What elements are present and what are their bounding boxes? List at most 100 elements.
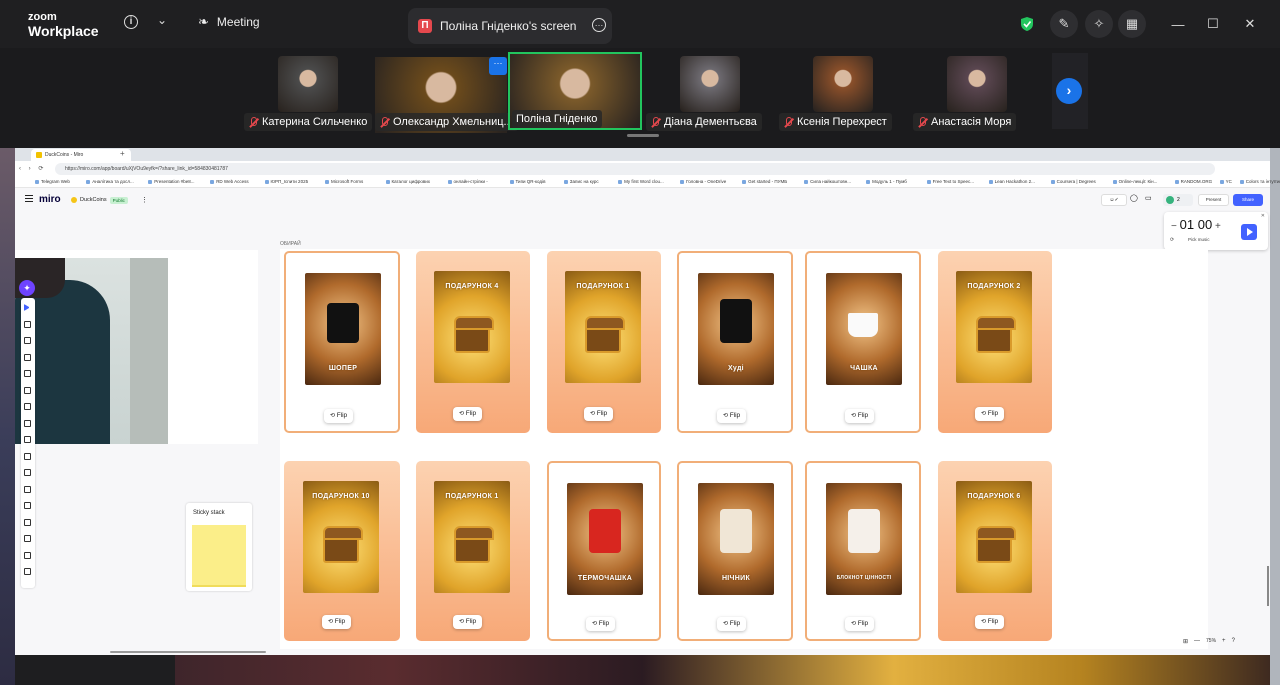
- collaborators[interactable]: 2: [1163, 194, 1193, 206]
- next-participants-button[interactable]: ›: [1056, 78, 1082, 104]
- gift-card[interactable]: ПОДАРУНОК 2 Flip: [938, 251, 1052, 433]
- gift-card[interactable]: НІЧНИК Flip: [677, 461, 793, 641]
- emoji-icon[interactable]: [24, 485, 31, 493]
- flip-button[interactable]: Flip: [322, 615, 352, 629]
- zoom-in-icon[interactable]: +: [1222, 638, 1226, 644]
- bookmark-item[interactable]: Get started - ПУМБ: [742, 179, 787, 184]
- more-icon[interactable]: …: [592, 18, 606, 32]
- bookmark-item[interactable]: My first Word clou...: [618, 179, 664, 184]
- close-icon[interactable]: ✕: [1261, 213, 1265, 219]
- start-timer-button[interactable]: [1241, 224, 1257, 240]
- gift-card[interactable]: ПОДАРУНОК 6 Flip: [938, 461, 1052, 641]
- flip-button[interactable]: Flip: [845, 409, 875, 423]
- present-button[interactable]: Present: [1198, 194, 1229, 206]
- text-icon[interactable]: [24, 353, 31, 361]
- bookmark-item[interactable]: Microsoft Forms: [325, 179, 363, 184]
- bookmark-item[interactable]: Lean Hackathon 2...: [989, 179, 1035, 184]
- bookmark-item[interactable]: Colors та інтуїтив...: [1240, 179, 1280, 184]
- flip-button[interactable]: Flip: [453, 615, 483, 629]
- frame-icon[interactable]: [24, 337, 31, 344]
- bookmark-item[interactable]: Online-лекції: Кін...: [1113, 179, 1158, 184]
- frame2-icon[interactable]: [24, 452, 31, 460]
- more-tools-icon[interactable]: [24, 535, 31, 542]
- sticky-stack-widget[interactable]: Sticky stack: [186, 503, 252, 591]
- note-icon[interactable]: [24, 502, 31, 509]
- flip-button[interactable]: Flip: [586, 617, 616, 631]
- maximize-icon[interactable]: ☐: [1203, 10, 1223, 38]
- vertical-scrollbar[interactable]: [1267, 566, 1269, 606]
- minimize-icon[interactable]: —: [1168, 10, 1188, 38]
- gift-card[interactable]: Худі Flip: [677, 251, 793, 433]
- frame-title[interactable]: ОБИРАЙ: [280, 241, 301, 247]
- nav-arrows-icon[interactable]: ‹ › ⟳: [19, 165, 46, 172]
- bookmark-item[interactable]: Аналітика та досл...: [86, 179, 134, 184]
- menu-icon[interactable]: [25, 195, 33, 202]
- flip-button[interactable]: Flip: [324, 409, 354, 423]
- annotate-pen-icon[interactable]: ✎: [1050, 10, 1078, 38]
- sticky-icon[interactable]: [24, 403, 31, 410]
- browser-tab[interactable]: DuckCoins - Miro: [31, 149, 131, 161]
- resize-handle[interactable]: [627, 134, 659, 137]
- bookmark-item[interactable]: Coursera | Degrees: [1051, 179, 1096, 184]
- bookmark-item[interactable]: Модуль 1 - Пумб: [866, 179, 907, 184]
- close-icon[interactable]: ✕: [1240, 10, 1260, 38]
- help-icon[interactable]: ?: [1232, 638, 1235, 644]
- grid-icon[interactable]: ⊞: [1183, 638, 1188, 645]
- participant-tile[interactable]: Анастасія Моря: [913, 53, 1035, 131]
- chevron-down-icon[interactable]: ⌄: [157, 13, 167, 27]
- url-field[interactable]: https://miro.com/app/board/uXjVOu9eyfk=/…: [55, 163, 1215, 175]
- pick-music-link[interactable]: Pick music: [1188, 237, 1210, 242]
- more-icon[interactable]: ⋮: [141, 196, 148, 204]
- shield-icon[interactable]: [1018, 10, 1036, 38]
- bookmark-item[interactable]: онлайн-стрілки -: [448, 179, 488, 184]
- share-button[interactable]: Share: [1233, 194, 1263, 206]
- bookmark-item[interactable]: Запис на курс: [564, 179, 599, 184]
- templates-icon[interactable]: [24, 320, 31, 328]
- redo-icon[interactable]: [24, 568, 31, 575]
- meeting-button[interactable]: ❧ Meeting: [198, 14, 260, 30]
- bookmark-item[interactable]: RD Web Access: [210, 179, 248, 184]
- participant-tile[interactable]: Катерина Сильченко: [244, 53, 373, 131]
- video-icon[interactable]: ▭: [1145, 194, 1155, 206]
- bookmark-item[interactable]: Free Text to Speec...: [927, 179, 974, 184]
- reactions-icon[interactable]: ☺✓: [1101, 194, 1127, 206]
- flip-button[interactable]: Flip: [584, 407, 614, 421]
- bookmark-item[interactable]: Telegram Web: [35, 179, 70, 184]
- comment-icon[interactable]: [24, 436, 31, 443]
- shapes-icon[interactable]: [24, 370, 31, 377]
- gift-card[interactable]: ЧАШКА Flip: [805, 251, 921, 433]
- bookmark-item[interactable]: RANDOM.ORG: [1175, 179, 1213, 184]
- new-tab-icon[interactable]: +: [120, 149, 125, 158]
- sticky-note[interactable]: [192, 525, 246, 585]
- bookmark-item[interactable]: Головна - OneDrive: [680, 179, 726, 184]
- bookmark-item[interactable]: YC: [1220, 179, 1232, 184]
- timer-icon[interactable]: [24, 518, 31, 526]
- flip-button[interactable]: Flip: [975, 615, 1005, 629]
- select-cursor-icon[interactable]: [24, 304, 29, 311]
- comment-icon[interactable]: ◯: [1130, 194, 1140, 206]
- zoom-out-icon[interactable]: —: [1194, 638, 1200, 644]
- flip-button[interactable]: Flip: [717, 617, 747, 631]
- flip-button[interactable]: Flip: [975, 407, 1005, 421]
- gift-card[interactable]: ПОДАРУНОК 1 Flip: [547, 251, 661, 433]
- info-icon[interactable]: i: [124, 15, 138, 29]
- gift-card[interactable]: ШОПЕР Flip: [284, 251, 400, 433]
- bookmark-item[interactable]: Типи QR-кодів: [510, 179, 546, 184]
- plus-icon[interactable]: +: [1212, 221, 1221, 232]
- gift-card[interactable]: ТЕРМОЧАШКА Flip: [547, 461, 661, 641]
- participant-tile[interactable]: Діана Дементьєва: [646, 53, 768, 131]
- apps-grid-icon[interactable]: ▦: [1118, 10, 1146, 38]
- undo-icon[interactable]: [24, 551, 31, 559]
- zoom-level[interactable]: 75%: [1206, 638, 1216, 644]
- bookmark-item[interactable]: Сила найкоштовн...: [804, 179, 851, 184]
- participant-tile[interactable]: Ксенія Перехрест: [779, 53, 901, 131]
- connector-icon[interactable]: [24, 386, 31, 394]
- flip-button[interactable]: Flip: [845, 617, 875, 631]
- timer-seconds[interactable]: 00: [1198, 217, 1212, 232]
- horizontal-scrollbar[interactable]: [110, 651, 266, 653]
- bookmark-item[interactable]: Presentation #be8...: [148, 179, 194, 184]
- pen-icon[interactable]: [24, 419, 31, 427]
- bookmark-item[interactable]: ЮРП_Іспити 2025: [265, 179, 309, 184]
- bookmark-item[interactable]: Каталог цифрових: [386, 179, 431, 184]
- flip-button[interactable]: Flip: [717, 409, 747, 423]
